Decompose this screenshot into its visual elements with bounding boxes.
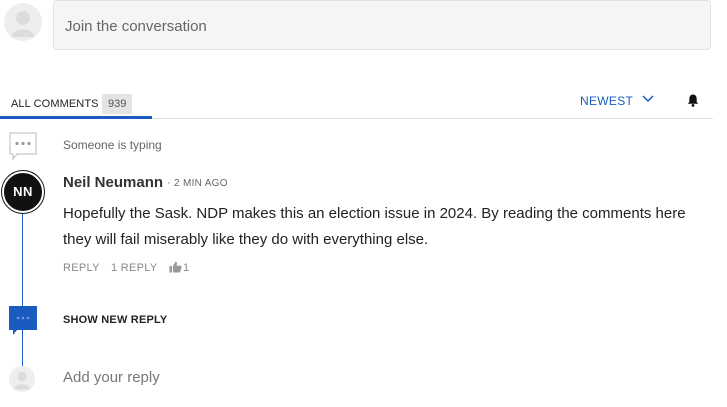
tab-all-comments[interactable]: ALL COMMENTS [11, 98, 99, 110]
reply-button[interactable]: REPLY [63, 262, 100, 274]
comment-timestamp: 2 MIN AGO [174, 178, 228, 189]
avatar-placeholder-icon [4, 3, 42, 41]
thread-line [22, 200, 23, 368]
typing-status: Someone is typing [63, 138, 162, 152]
avatar-placeholder-icon [9, 366, 35, 392]
bell-icon[interactable] [686, 93, 700, 107]
meta-separator: · [167, 177, 171, 189]
comment-author[interactable]: Neil Neumann [63, 174, 163, 191]
sort-dropdown[interactable]: NEWEST [580, 94, 633, 108]
new-reply-bubble-icon[interactable] [9, 306, 37, 336]
active-tab-indicator [0, 116, 152, 119]
thumbs-up-icon[interactable] [169, 261, 182, 273]
like-count: 1 [183, 262, 190, 274]
reply-avatar-placeholder [9, 366, 35, 392]
view-replies-button[interactable]: 1 REPLY [111, 262, 158, 274]
show-new-reply-button[interactable]: SHOW NEW REPLY [63, 314, 167, 326]
author-avatar[interactable]: NN [2, 171, 44, 213]
comment-count-badge: 939 [102, 94, 133, 114]
typing-bubble-icon [9, 132, 37, 160]
chevron-down-icon[interactable] [641, 94, 655, 104]
user-avatar-placeholder [4, 3, 42, 41]
comment-body: Hopefully the Sask. NDP makes this an el… [63, 205, 686, 248]
join-conversation-input[interactable]: Join the conversation [53, 0, 711, 50]
add-reply-input[interactable]: Add your reply [63, 369, 160, 386]
